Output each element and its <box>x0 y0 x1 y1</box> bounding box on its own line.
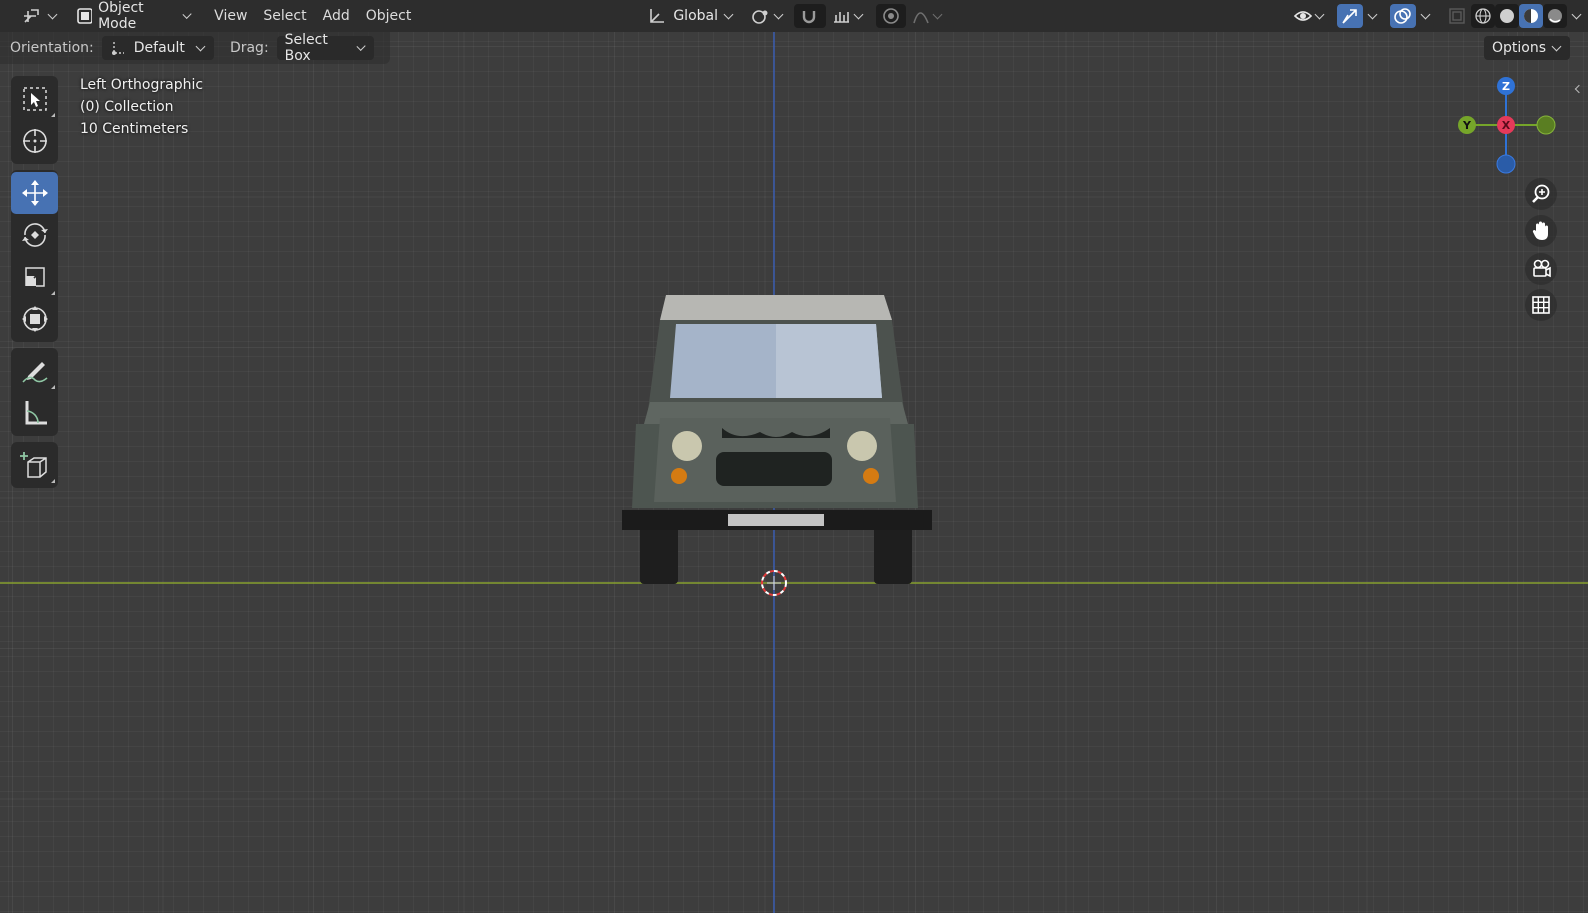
options-label: Options <box>1491 40 1546 56</box>
shading-wireframe-button[interactable] <box>1471 4 1495 28</box>
view-name: Left Orthographic <box>80 77 204 93</box>
menu-add[interactable]: Add <box>315 4 358 28</box>
camera-icon <box>1533 259 1551 278</box>
shading-solid-button[interactable] <box>1495 4 1519 28</box>
cursor-icon <box>22 129 47 153</box>
drag-value: Select Box <box>284 32 328 64</box>
add-cube-tool[interactable] <box>11 444 58 486</box>
transform-icon <box>21 306 48 332</box>
xray-toggle[interactable] <box>1445 4 1469 28</box>
move-tool[interactable] <box>11 172 58 214</box>
shading-material-button[interactable] <box>1519 4 1543 28</box>
grid-scale: 10 Centimeters <box>80 121 189 137</box>
viewport-header: Object Mode View Select Add Object Globa… <box>0 0 1588 32</box>
snap-increment-icon <box>834 12 849 23</box>
editor-type-icon <box>24 9 39 23</box>
zoom-icon <box>1532 184 1550 203</box>
gizmo-arrow-icon <box>1342 9 1357 24</box>
gizmo-y-label: Y <box>1462 119 1472 132</box>
rotate-icon <box>21 223 48 247</box>
cursor-tool[interactable] <box>11 120 58 162</box>
orientation-axes-icon <box>650 9 665 23</box>
car-model <box>622 295 932 584</box>
options-dropdown[interactable]: Options <box>1483 36 1570 60</box>
zoom-button[interactable] <box>1525 178 1557 210</box>
gizmo-z-label: Z <box>1502 80 1510 93</box>
annotate-tool[interactable] <box>11 350 58 392</box>
mode-dropdown[interactable]: Object Mode <box>70 0 198 32</box>
select-box-tool[interactable] <box>11 78 58 120</box>
orientation-value: Default <box>133 40 185 56</box>
perspective-toggle-button[interactable] <box>1525 289 1557 321</box>
mode-label: Object Mode <box>98 0 144 32</box>
tool-settings-bar: Orientation: Default Drag: Select Box <box>0 32 390 64</box>
scale-icon <box>24 267 45 287</box>
falloff-curve-icon <box>913 12 929 24</box>
select-box-icon <box>22 87 47 111</box>
rotate-tool[interactable] <box>11 214 58 256</box>
gizmo-dropdown[interactable] <box>1363 4 1384 28</box>
wireframe-sphere-icon <box>1475 8 1491 24</box>
menu-select[interactable]: Select <box>255 4 314 28</box>
object-mode-icon <box>77 8 93 24</box>
snap-target-dropdown[interactable] <box>826 4 870 28</box>
measure-icon <box>25 401 47 425</box>
overlays-dropdown[interactable] <box>1416 4 1437 28</box>
material-sphere-icon <box>1524 9 1538 23</box>
hand-pan-icon <box>1532 221 1548 240</box>
snap-toggle[interactable] <box>794 4 826 28</box>
solid-sphere-icon <box>1500 9 1514 23</box>
gizmo-x-label: X <box>1502 119 1511 132</box>
overlays-icon <box>1394 8 1411 24</box>
overlays-toggle[interactable] <box>1390 4 1416 28</box>
default-orientation-icon <box>111 42 124 55</box>
toolbar <box>11 76 58 494</box>
navigation-gizmo[interactable]: Z Y X <box>1455 74 1565 184</box>
viewport-info: Left Orthographic (0) Collection 10 Cent… <box>80 74 203 140</box>
drag-dropdown[interactable]: Select Box <box>276 32 374 64</box>
drag-label: Drag: <box>229 40 269 56</box>
scene <box>0 32 1588 913</box>
scale-tool[interactable] <box>11 256 58 298</box>
collection-name: (0) Collection <box>80 99 174 115</box>
pivot-icon <box>752 10 768 24</box>
eye-icon <box>1293 11 1313 21</box>
add-cube-icon <box>19 452 47 478</box>
transform-orientation-dropdown[interactable]: Global <box>641 4 740 28</box>
pan-button[interactable] <box>1525 215 1557 247</box>
magnet-icon <box>802 11 816 24</box>
annotate-icon <box>21 362 48 383</box>
menu-object[interactable]: Object <box>358 4 420 28</box>
xray-icon <box>1449 8 1465 24</box>
transform-tool[interactable] <box>11 298 58 340</box>
pivot-point-dropdown[interactable] <box>744 4 790 28</box>
orientation-label: Orientation: <box>10 40 94 56</box>
falloff-dropdown[interactable] <box>906 4 949 28</box>
rendered-sphere-icon <box>1548 9 1562 23</box>
proportional-edit-toggle[interactable] <box>876 4 906 28</box>
menu-view[interactable]: View <box>206 4 255 28</box>
measure-tool[interactable] <box>11 392 58 434</box>
shading-rendered-button[interactable] <box>1543 4 1567 28</box>
proportional-edit-icon <box>883 8 899 24</box>
grid-perspective-icon <box>1532 296 1550 314</box>
visibility-dropdown[interactable] <box>1287 4 1331 28</box>
orientation-dropdown[interactable]: Default <box>101 36 214 60</box>
gizmo-toggle[interactable] <box>1337 4 1363 28</box>
camera-view-button[interactable] <box>1525 253 1557 285</box>
editor-type-button[interactable] <box>16 4 64 28</box>
3d-viewport[interactable] <box>0 32 1588 913</box>
transform-orientation-label: Global <box>673 8 718 24</box>
shading-dropdown[interactable] <box>1567 4 1588 28</box>
move-icon <box>21 180 48 206</box>
